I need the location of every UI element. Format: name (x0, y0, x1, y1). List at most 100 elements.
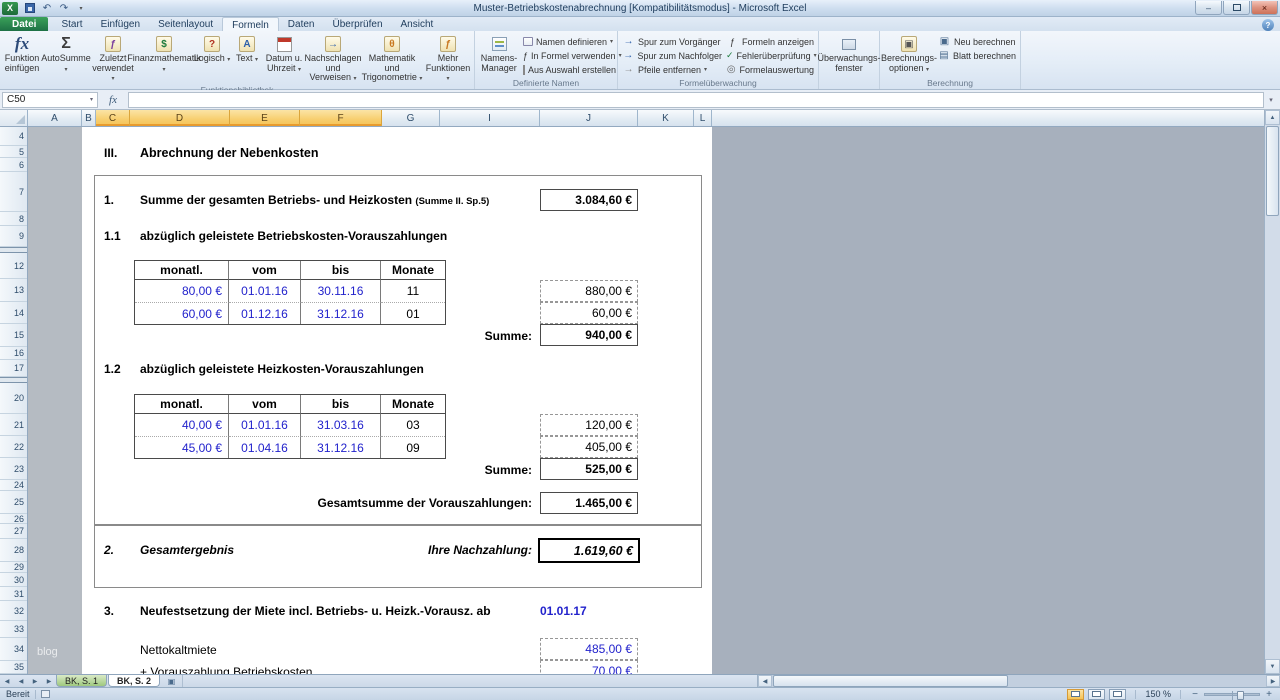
watch-window-button[interactable]: Überwachungs-fenster (821, 32, 877, 78)
insert-function-button[interactable]: fx Funktion einfügen (2, 32, 42, 85)
zoom-out-button[interactable]: − (1190, 689, 1200, 700)
insert-function-fx-button[interactable]: fx (98, 94, 128, 106)
create-from-selection-button[interactable]: Aus Auswahl erstellen (521, 63, 615, 76)
cell-item2-label[interactable]: Ihre Nachzahlung: (330, 543, 532, 557)
column-header-G[interactable]: G (382, 110, 440, 126)
define-name-button[interactable]: Namen definieren▾ (521, 35, 615, 48)
horizontal-scrollbar-thumb[interactable] (773, 675, 1008, 687)
more-functions-button[interactable]: ƒ Mehr Funktionen ▾ (424, 32, 472, 85)
table-cell[interactable]: 11 (381, 280, 445, 302)
table-cell[interactable]: 03 (381, 414, 445, 436)
cell-item12-title[interactable]: abzüglich geleistete Heizkosten-Vorausza… (140, 362, 424, 376)
tab-einfuegen[interactable]: Einfügen (92, 17, 149, 31)
cell-heading-text[interactable]: Abrechnung der Nebenkosten (140, 146, 319, 160)
table-cell[interactable]: 31.12.16 (301, 436, 381, 458)
zoom-slider-thumb[interactable] (1237, 691, 1244, 700)
zoom-in-button[interactable]: + (1264, 689, 1274, 700)
sheet-tab-bk-s2[interactable]: BK, S. 2 (108, 675, 160, 687)
previous-sheet-button[interactable]: ◀ (14, 675, 28, 687)
tab-formeln[interactable]: Formeln (222, 17, 279, 31)
calculate-now-button[interactable]: ▣ Neu berechnen (936, 35, 1018, 48)
datetime-functions-button[interactable]: Datum u. Uhrzeit ▾ (262, 32, 306, 85)
cell-prepay-total-label[interactable]: Gesamtsumme der Vorauszahlungen: (280, 496, 532, 510)
redo-button[interactable]: ↷ (56, 1, 72, 15)
cell-item2-number[interactable]: 2. (104, 543, 114, 557)
cell-item11-title[interactable]: abzüglich geleistete Betriebskosten-Vora… (140, 229, 447, 243)
scroll-right-button[interactable]: ▶ (1266, 675, 1280, 687)
table-cell[interactable]: 31.03.16 (301, 414, 381, 436)
table-cell[interactable]: 01.01.16 (229, 280, 301, 302)
save-button[interactable] (22, 1, 38, 15)
cell-item2-result[interactable]: 1.619,60 € (538, 538, 640, 563)
table-cell[interactable]: 01.04.16 (229, 436, 301, 458)
cell-item12-number[interactable]: 1.2 (104, 362, 121, 376)
table-cell[interactable]: 45,00 € (135, 436, 229, 458)
column-header-D[interactable]: D (130, 110, 230, 126)
cell-vorauszahlung-bk-label[interactable]: + Vorauszahlung Betriebskosten (140, 665, 312, 674)
cell-nettokaltmiete-value[interactable]: 485,00 € (540, 638, 638, 660)
autosum-button[interactable]: Σ AutoSumme ▾ (42, 32, 90, 85)
trace-precedents-button[interactable]: → Spur zum Vorgänger (620, 35, 724, 48)
expand-formula-bar-button[interactable]: ▾ (1264, 96, 1278, 104)
minimize-button[interactable]: – (1195, 1, 1222, 15)
cell-item2-title[interactable]: Gesamtergebnis (140, 543, 234, 557)
page-break-view-button[interactable] (1109, 689, 1126, 700)
tab-daten[interactable]: Daten (279, 17, 324, 31)
column-header-E[interactable]: E (230, 110, 300, 126)
next-sheet-button[interactable]: ▶ (28, 675, 42, 687)
help-button[interactable]: ? (1262, 19, 1274, 31)
column-header-C[interactable]: C (96, 110, 130, 126)
column-header-A[interactable]: A (28, 110, 82, 126)
tab-start[interactable]: Start (52, 17, 91, 31)
sheet-tab-bk-s1[interactable]: BK, S. 1 (56, 675, 107, 687)
insert-worksheet-tab[interactable]: ▣ (161, 675, 183, 687)
tab-seitenlayout[interactable]: Seitenlayout (149, 17, 222, 31)
horizontal-scrollbar[interactable]: ◀ ▶ (757, 675, 1280, 687)
cell-item11-sum-label[interactable]: Summe: (430, 329, 532, 343)
cell-item11-sum[interactable]: 940,00 € (540, 324, 638, 346)
column-header-J[interactable]: J (540, 110, 638, 126)
tab-ueberpruefen[interactable]: Überprüfen (323, 17, 391, 31)
cell-item11-number[interactable]: 1.1 (104, 229, 121, 243)
close-button[interactable]: × (1251, 1, 1278, 15)
formula-input[interactable] (128, 92, 1264, 108)
undo-button[interactable]: ↶ (39, 1, 55, 15)
cell-vorauszahlung-bk-value[interactable]: 70,00 € (540, 660, 638, 674)
calculate-sheet-button[interactable]: ▤ Blatt berechnen (936, 49, 1018, 62)
math-trig-button[interactable]: θ Mathematik und Trigonometrie ▾ (360, 32, 424, 85)
use-in-formula-button[interactable]: ƒ In Formel verwenden▾ (521, 49, 615, 62)
calculation-options-button[interactable]: ▣ Berechnungs-optionen ▾ (882, 32, 936, 78)
column-header-L[interactable]: L (694, 110, 712, 126)
table-cell[interactable]: 01 (381, 302, 445, 324)
cell-nettokaltmiete-label[interactable]: Nettokaltmiete (140, 643, 217, 657)
cell-item1-title[interactable]: Summe der gesamten Betriebs- und Heizkos… (140, 193, 489, 209)
cell-item12-sum-label[interactable]: Summe: (430, 463, 532, 477)
vertical-sc rollbar-thumb[interactable] (1266, 126, 1279, 216)
tab-datei[interactable]: Datei (0, 17, 48, 31)
horizontal-scrollbar-track[interactable] (772, 675, 1266, 687)
remove-arrows-button[interactable]: → Pfeile entfernen▾ (620, 63, 724, 76)
table-cell[interactable]: 01.12.16 (229, 302, 301, 324)
show-formulas-button[interactable]: ƒ Formeln anzeigen (724, 35, 816, 48)
cell-item12-amount-2[interactable]: 405,00 € (540, 436, 638, 458)
cell-item3-date[interactable]: 01.01.17 (540, 604, 587, 618)
error-checking-button[interactable]: ✓ Fehlerüberprüfung▾ (724, 49, 816, 62)
cell-prepay-total[interactable]: 1.465,00 € (540, 492, 638, 514)
text-functions-button[interactable]: A Text ▾ (232, 32, 262, 85)
table-cell[interactable]: 30.11.16 (301, 280, 381, 302)
column-header-B[interactable]: B (82, 110, 96, 126)
table-cell[interactable]: 09 (381, 436, 445, 458)
table-cell[interactable]: 60,00 € (135, 302, 229, 324)
cell-item11-amount-1[interactable]: 880,00 € (540, 280, 638, 302)
zoom-level[interactable]: 150 % (1145, 689, 1171, 699)
column-header-K[interactable]: K (638, 110, 694, 126)
page-layout-view-button[interactable] (1088, 689, 1105, 700)
cell-item1-number[interactable]: 1. (104, 193, 114, 207)
scroll-left-button[interactable]: ◀ (758, 675, 772, 687)
cell-item12-amount-1[interactable]: 120,00 € (540, 414, 638, 436)
normal-view-button[interactable] (1067, 689, 1084, 700)
column-header-F[interactable]: F (300, 110, 382, 126)
cell-heading-number[interactable]: III. (104, 146, 117, 160)
cell-item1-total[interactable]: 3.084,60 € (540, 189, 638, 211)
macro-record-button[interactable] (41, 690, 50, 698)
